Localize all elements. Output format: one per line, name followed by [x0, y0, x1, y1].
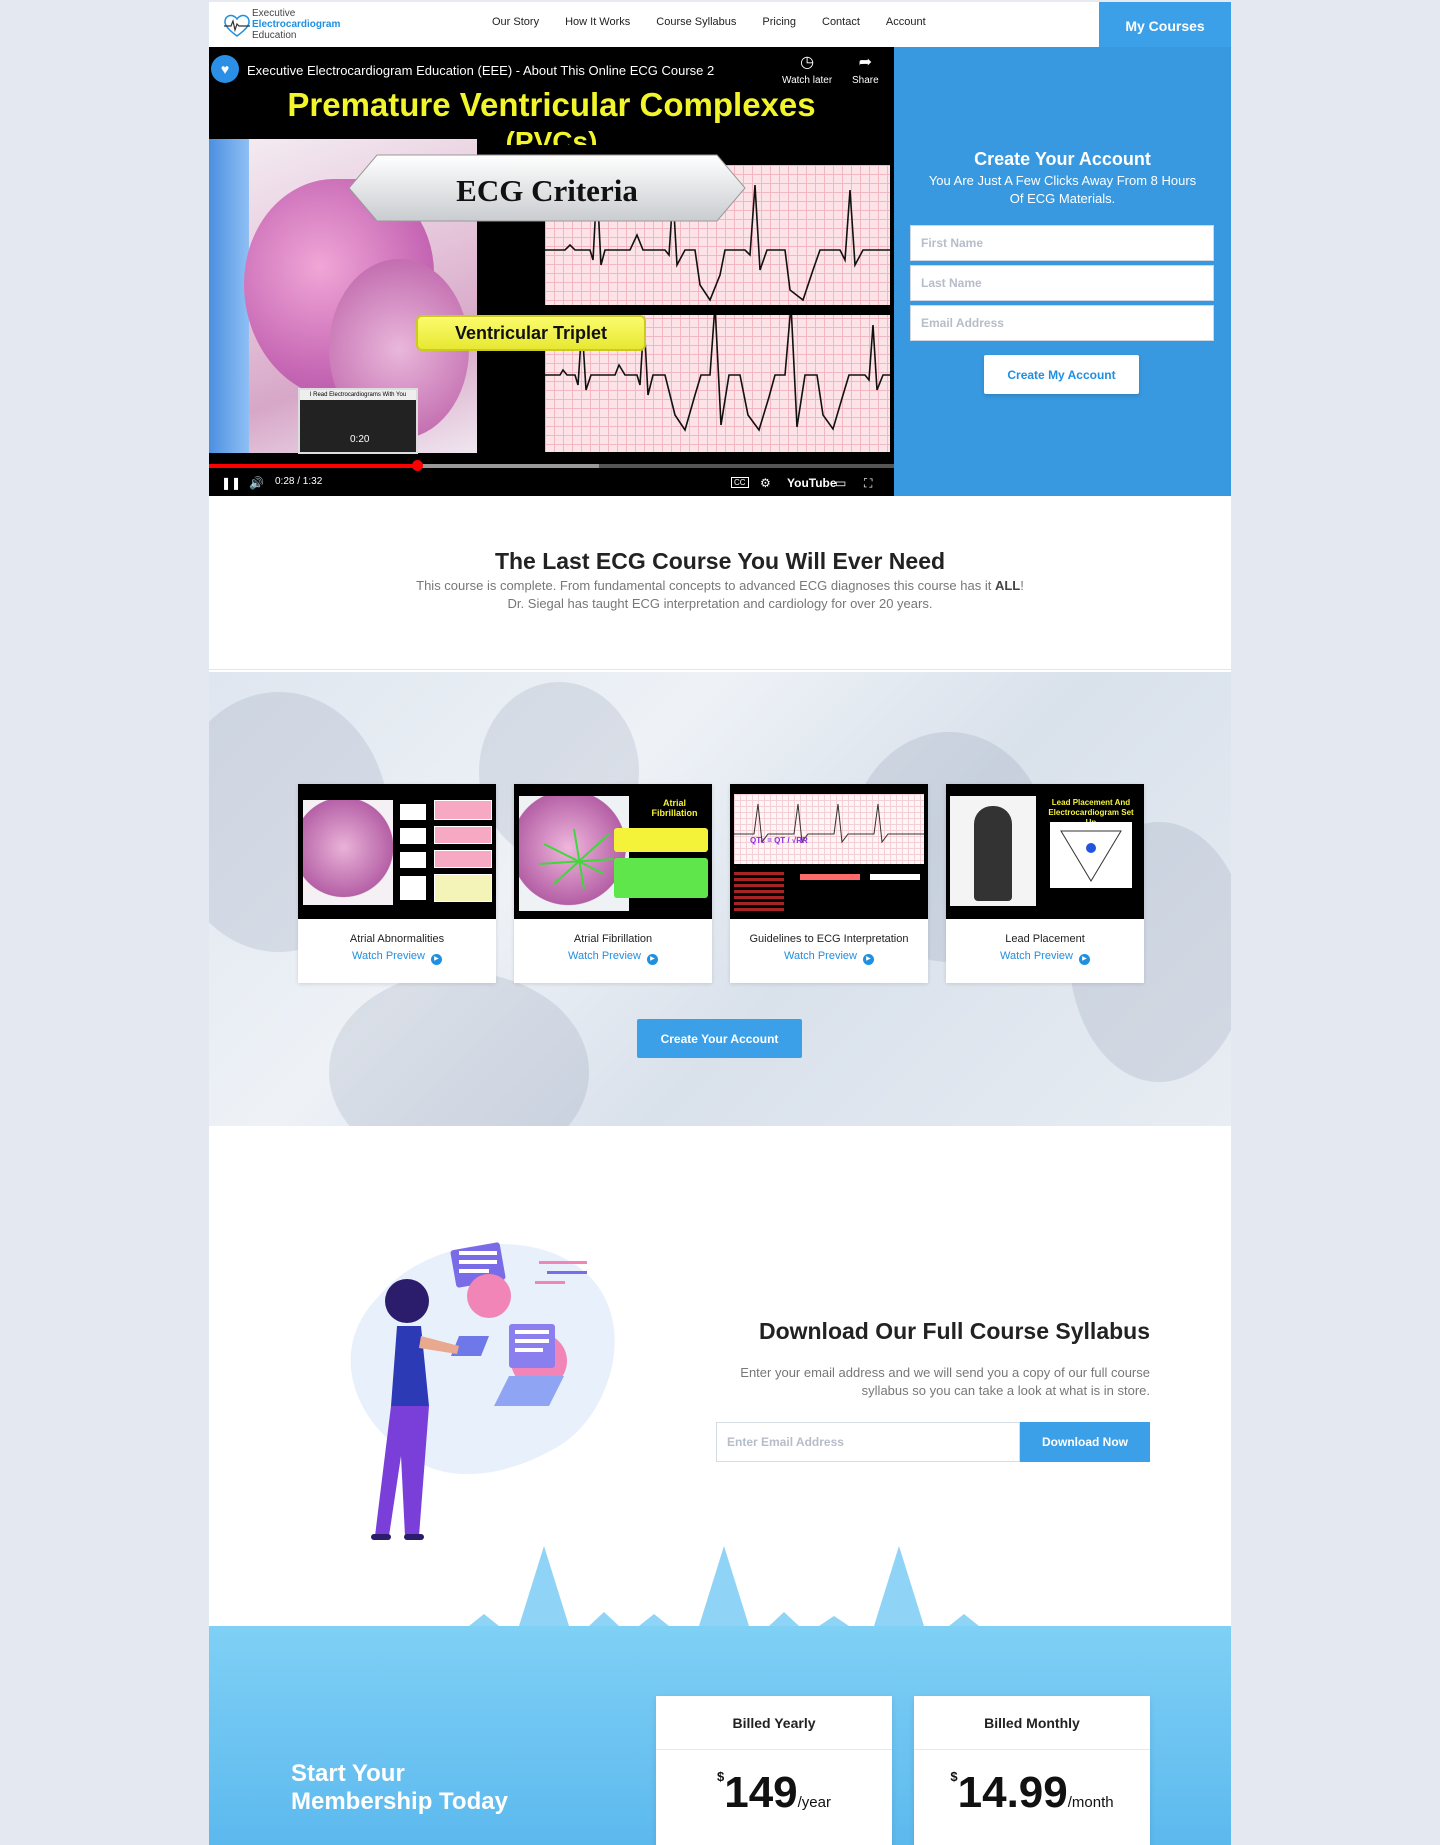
preview-card-title: Lead Placement [1005, 933, 1085, 945]
preview-card-title: Guidelines to ECG Interpretation [749, 933, 909, 945]
site-logo[interactable]: Executive Electrocardiogram Education [222, 8, 352, 44]
clock-icon: ◷ [800, 54, 815, 71]
intro-title: The Last ECG Course You Will Ever Need [494, 548, 946, 574]
woman-with-documents-illustration [350, 1242, 615, 1540]
progress-scrubber[interactable] [412, 460, 424, 471]
video-time: 0:28 / 1:32 [275, 476, 323, 487]
video-title[interactable]: Executive Electrocardiogram Education (E… [247, 63, 714, 78]
watch-preview-link[interactable]: Watch Preview ▶ [514, 950, 712, 965]
price: $149/year [716, 1768, 831, 1817]
syllabus-description: Enter your email address and we will sen… [740, 1365, 1150, 1398]
last-name-field[interactable] [910, 265, 1214, 301]
fullscreen-icon[interactable]: ⛶ [864, 476, 872, 491]
create-your-account-button[interactable]: Create Your Account [637, 1019, 802, 1058]
pricing-card-label: Billed Yearly [656, 1696, 892, 1750]
watch-preview-link[interactable]: Watch Preview ▶ [946, 950, 1144, 965]
page: Executive Electrocardiogram Education Ou… [209, 0, 1231, 1845]
download-now-button[interactable]: Download Now [1020, 1422, 1150, 1462]
einthoven-triangle [1060, 830, 1122, 882]
signup-subtitle: You Are Just A Few Clicks Away From 8 Ho… [928, 173, 1197, 206]
pricing-card-label: Billed Monthly [914, 1696, 1150, 1750]
syllabus-section: Download Our Full Course Syllabus Enter … [209, 1126, 1231, 1626]
settings-gear-icon[interactable]: ⚙ [760, 476, 771, 490]
nav-pricing[interactable]: Pricing [762, 16, 796, 28]
slide-subtitle: (PVCs) [505, 127, 598, 145]
preview-card-title: Atrial Fibrillation [573, 933, 653, 945]
volume-icon[interactable]: 🔊 [249, 476, 264, 490]
preview-card-lead-placement[interactable]: Lead Placement And Electrocardiogram Set… [946, 784, 1144, 983]
email-field[interactable] [910, 305, 1214, 341]
video-progress-bar[interactable] [209, 460, 894, 471]
site-header: Executive Electrocardiogram Education Ou… [209, 0, 1231, 49]
ecg-criteria-banner: ECG Criteria [347, 153, 747, 223]
video-player[interactable]: Premature Ventricular Complexes (PVCs) E… [209, 47, 894, 496]
video-top-bar: ♥ Executive Electrocardiogram Education … [209, 47, 894, 95]
nav-how-it-works[interactable]: How It Works [565, 16, 630, 28]
video-controls: ❚❚ 🔊 0:28 / 1:32 CC ⚙ YouTube ▭ ⛶ [209, 472, 894, 496]
pricing-card-yearly[interactable]: Billed Yearly $149/year [656, 1696, 892, 1845]
preview-card-atrial-abnormalities[interactable]: Atrial Abnormalities Watch Preview ▶ [298, 784, 496, 983]
play-circle-icon: ▶ [646, 954, 658, 965]
pricing-card-monthly[interactable]: Billed Monthly $14.99/month [914, 1696, 1150, 1845]
watch-preview-link[interactable]: Watch Preview ▶ [730, 950, 928, 965]
membership-title: Start Your Membership Today [291, 1760, 508, 1815]
first-name-field[interactable] [910, 225, 1214, 261]
youtube-logo[interactable]: YouTube [787, 476, 837, 490]
intro-line-1: This course is complete. From fundamenta… [416, 578, 1024, 593]
preview-thumbnail[interactable]: Lead Placement And Electrocardiogram Set… [946, 784, 1144, 919]
share-button[interactable]: ➦ Share [852, 54, 879, 87]
preview-thumbnail[interactable] [298, 784, 496, 919]
channel-avatar-icon[interactable]: ♥ [211, 55, 239, 83]
play-circle-icon: ▶ [1078, 954, 1090, 965]
logo-line-2: Electrocardiogram [252, 19, 341, 30]
ecg-trace [734, 803, 924, 844]
preview-card-title: Atrial Abnormalities [349, 933, 445, 945]
ventricular-triplet-label: Ventricular Triplet [416, 315, 646, 351]
intro-section: The Last ECG Course You Will Ever Need T… [209, 496, 1231, 670]
preview-card-atrial-fibrillation[interactable]: Atrial Fibrillation Atrial Fibrillation … [514, 784, 712, 983]
play-circle-icon: ▶ [430, 954, 442, 965]
preview-card-guidelines[interactable]: QTc = QT / √RR Guidelines to ECG Interpr… [730, 784, 928, 983]
play-circle-icon: ▶ [862, 954, 874, 965]
syllabus-title: Download Our Full Course Syllabus [758, 1318, 1150, 1344]
seek-preview-thumbnail: I Read Electrocardiograms With You 0:20 [298, 388, 418, 454]
price: $14.99/month [950, 1768, 1114, 1817]
progress-fill [209, 464, 418, 468]
nav-our-story[interactable]: Our Story [492, 16, 539, 28]
ecg-criteria-label: ECG Criteria [456, 173, 638, 208]
nav-account[interactable]: Account [886, 16, 926, 28]
thumbnail-heading: Atrial Fibrillation [651, 798, 698, 818]
signup-title: Create Your Account [974, 149, 1151, 169]
logo-line-1: Executive [252, 8, 296, 19]
nav-course-syllabus[interactable]: Course Syllabus [656, 16, 736, 28]
syllabus-email-input[interactable] [716, 1422, 1020, 1462]
captions-icon[interactable]: CC [731, 477, 749, 488]
nav-contact[interactable]: Contact [822, 16, 860, 28]
create-my-account-button[interactable]: Create My Account [984, 355, 1139, 394]
main-nav: Our Story How It Works Course Syllabus P… [492, 16, 952, 28]
signup-panel: Create Your Account You Are Just A Few C… [894, 47, 1231, 496]
cast-icon[interactable]: ▭ [835, 476, 846, 490]
preview-thumbnail[interactable]: Atrial Fibrillation [514, 784, 712, 919]
intro-line-2: Dr. Siegal has taught ECG interpretation… [507, 596, 933, 611]
seek-preview-time: 0:20 [350, 434, 370, 445]
fibrillation-lines [538, 828, 615, 890]
pause-icon[interactable]: ❚❚ [221, 476, 241, 490]
heart-ecg-logo-icon [224, 14, 250, 37]
preview-thumbnail[interactable]: QTc = QT / √RR [730, 784, 928, 919]
logo-line-3: Education [252, 30, 297, 41]
course-previews-section: Atrial Abnormalities Watch Preview ▶ Atri… [209, 672, 1231, 1126]
watch-later-button[interactable]: ◷ Watch later [782, 54, 832, 87]
my-courses-button[interactable]: My Courses [1099, 2, 1231, 49]
membership-section: Start Your Membership Today Billed Yearly… [209, 1626, 1231, 1845]
thumbnail-heading: QTc = QT / √RR [750, 836, 808, 845]
share-arrow-icon: ➦ [858, 54, 873, 71]
seek-preview-caption: I Read Electrocardiograms With You [300, 390, 416, 400]
ecg-wave-divider [469, 1546, 979, 1626]
watch-preview-link[interactable]: Watch Preview ▶ [298, 950, 496, 965]
